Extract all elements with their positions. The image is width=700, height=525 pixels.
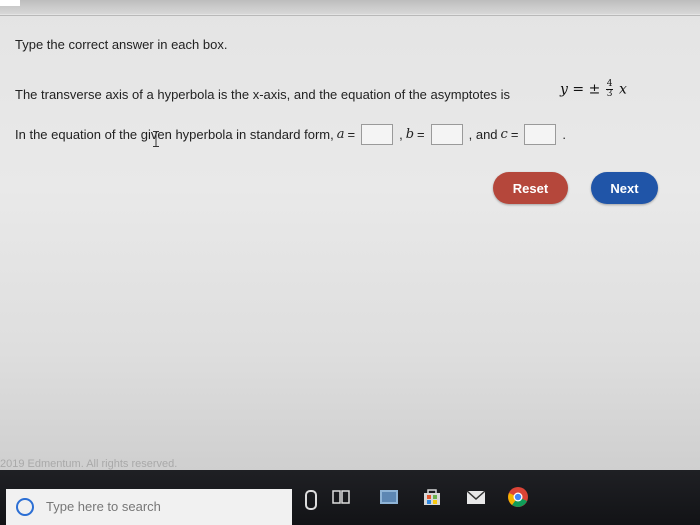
instruction-text: Type the correct answer in each box. (15, 37, 228, 52)
c-label: c (500, 127, 508, 142)
task-view-icon[interactable] (330, 486, 352, 508)
eq-denominator: 3 (606, 89, 613, 99)
and-sep: , and (468, 127, 498, 142)
question-text: The transverse axis of a hyperbola is th… (15, 87, 510, 102)
eq-var: x (618, 81, 627, 98)
prompt-text: In the equation of the given hyperbola i… (15, 127, 334, 142)
taskbar-search-placeholder: Type here to search (46, 499, 161, 514)
next-button[interactable]: Next (591, 172, 658, 204)
eq-equals: = (572, 81, 585, 98)
window-top-strip (0, 0, 700, 14)
c-equals: = (510, 127, 519, 142)
store-icon[interactable] (421, 486, 443, 508)
a-label: a (336, 127, 345, 142)
app-tile-icon[interactable] (378, 486, 400, 508)
a-equals: = (347, 127, 356, 142)
a-answer-box[interactable] (361, 124, 394, 145)
eq-fraction: 4 3 (605, 80, 614, 99)
asymptote-equation: y = ± 4 3 x (560, 80, 627, 99)
browser-viewport: Type the correct answer in each box. The… (0, 0, 700, 470)
mail-icon[interactable] (465, 486, 487, 508)
chrome-icon[interactable] (507, 486, 529, 508)
answer-prompt: In the equation of the given hyperbola i… (15, 124, 566, 145)
divider (0, 15, 700, 16)
eq-plus-minus: ± (588, 81, 601, 98)
copyright-text: 2019 Edmentum. All rights reserved. (0, 458, 178, 470)
microphone-icon[interactable] (305, 490, 317, 510)
eq-lhs: y (560, 81, 568, 98)
text-cursor-icon (153, 131, 159, 147)
b-label: b (405, 127, 415, 142)
reset-button[interactable]: Reset (493, 172, 568, 204)
c-answer-box[interactable] (524, 124, 557, 145)
comma-sep: , (399, 127, 403, 142)
period: . (562, 127, 567, 142)
top-tab (0, 0, 20, 6)
b-equals: = (417, 127, 425, 142)
b-answer-box[interactable] (430, 124, 463, 145)
cortana-circle-icon (16, 498, 34, 516)
